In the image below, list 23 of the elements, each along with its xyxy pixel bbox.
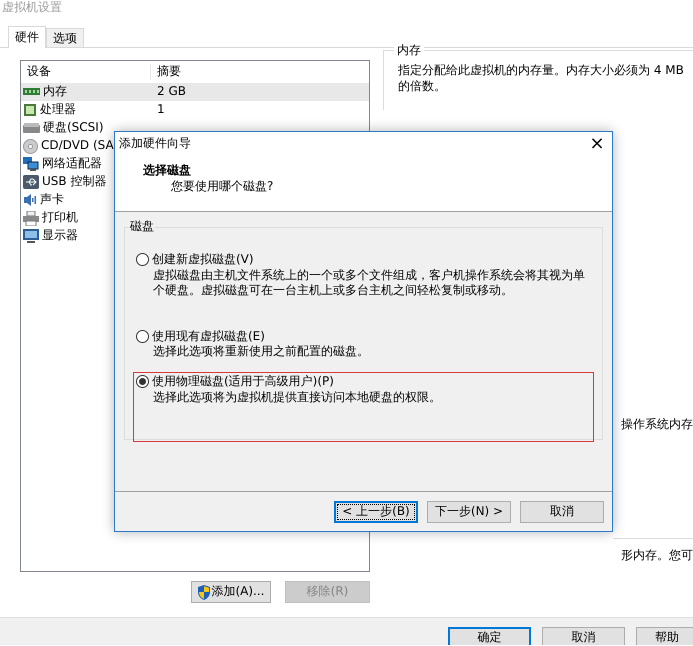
- window-title: 虚拟机设置: [2, 0, 62, 14]
- option-description: 选择此选项将重新使用之前配置的磁盘。: [152, 344, 370, 360]
- device-summary: 2 GB: [156, 84, 186, 100]
- column-header: 设备: [21, 64, 151, 80]
- device-summary: 1: [156, 102, 165, 118]
- wizard-heading: 选择磁盘: [143, 163, 192, 179]
- option-description: 虚拟磁盘由主机文件系统上的一个或多个文件组成，客户机操作系统会将其视为单个硬盘。虚拟磁盘可在一台主机上或多台主机之间轻松复制或移动。: [152, 268, 586, 299]
- wizard-subheading: 您要使用哪个磁盘?: [170, 178, 274, 194]
- device-name: 声卡: [40, 192, 64, 208]
- device-name: 处理器: [40, 102, 76, 118]
- dialog-title: 添加硬件向导: [119, 136, 191, 152]
- memory-description: 指定分配给此虚拟机的内存量。内存大小必须为 4 MB 的倍数。: [398, 63, 685, 94]
- device-name: 硬盘(SCSI): [43, 120, 104, 136]
- device-name: CD/DVD (SA: [41, 138, 114, 154]
- option-description: 选择此选项将为虚拟机提供直接访问本地硬盘的权限。: [152, 390, 442, 406]
- device-name: 内存: [43, 84, 67, 100]
- description-text: 形内存。您可: [621, 548, 693, 564]
- device-name: USB 控制器: [42, 174, 106, 190]
- description-text: 操作系统内存: [621, 417, 693, 433]
- device-name: 打印机: [42, 210, 78, 226]
- device-name: 网络适配器: [42, 156, 102, 172]
- column-header: 摘要: [156, 64, 181, 80]
- device-name: 显示器: [42, 228, 78, 244]
